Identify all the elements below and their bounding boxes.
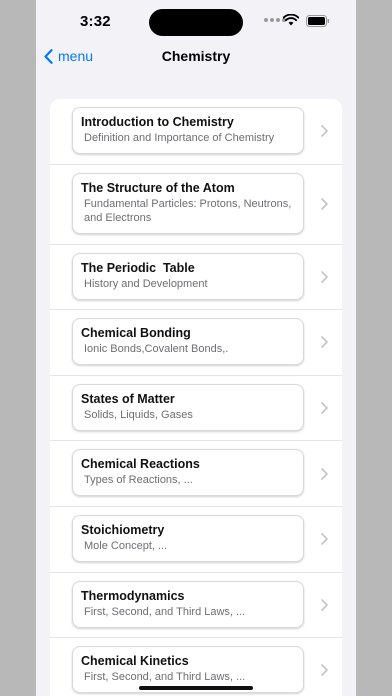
status-icons — [264, 14, 334, 28]
topic-list: Introduction to Chemistry Definition and… — [50, 99, 342, 696]
navigation-bar: menu Chemistry — [36, 44, 356, 74]
topic-row-chemical-bonding[interactable]: Chemical Bonding Ionic Bonds,Covalent Bo… — [50, 310, 342, 376]
topic-row-thermodynamics[interactable]: Thermodynamics First, Second, and Third … — [50, 573, 342, 639]
topic-title: Introduction to Chemistry — [81, 115, 234, 129]
chevron-right-icon — [321, 336, 328, 349]
topic-row-atom-structure[interactable]: The Structure of the Atom Fundamental Pa… — [50, 165, 342, 245]
topic-title: States of Matter — [81, 391, 175, 406]
chevron-right-icon — [321, 198, 328, 210]
chevron-right-icon — [321, 271, 328, 283]
topic-subtitle: First, Second, and Third Laws, ... — [84, 605, 246, 618]
topic-subtitle: Types of Reactions, ... — [84, 474, 193, 487]
topic-title: The Periodic Table — [81, 260, 195, 275]
topic-subtitle: Definition and Importance of Chemistry — [84, 132, 275, 144]
topic-title: Chemical Bonding — [81, 326, 191, 341]
topic-card: States of Matter Solids, Liquids, Gases — [72, 383, 304, 431]
topic-subtitle: Ionic Bonds,Covalent Bonds,. — [84, 343, 229, 356]
topic-row-states-of-matter[interactable]: States of Matter Solids, Liquids, Gases — [50, 376, 342, 442]
chevron-right-icon — [321, 125, 328, 138]
chevron-right-icon — [321, 402, 328, 414]
chevron-right-icon — [321, 599, 328, 611]
chevron-right-icon — [321, 467, 328, 480]
topic-row-introduction[interactable]: Introduction to Chemistry Definition and… — [50, 99, 342, 165]
topic-subtitle: First, Second, and Third Laws, ... — [84, 671, 246, 684]
topic-subtitle: Solids, Liquids, Gases — [84, 408, 193, 421]
chevron-right-icon — [321, 533, 328, 546]
chevron-right-icon — [321, 664, 328, 677]
topic-card: Introduction to Chemistry Definition and… — [72, 107, 304, 154]
topic-card: The Structure of the Atom Fundamental Pa… — [72, 172, 304, 234]
topic-title: The Structure of the Atom — [81, 180, 235, 195]
topic-card: The Periodic Table History and Developme… — [72, 252, 304, 300]
topic-title: Chemical Reactions — [81, 457, 200, 472]
status-bar: 3:32 — [36, 0, 356, 44]
topic-title: Stoichiometry — [81, 522, 165, 537]
topic-subtitle: Fundamental Particles: Protons, Neutrons… — [84, 197, 292, 224]
topic-card: Thermodynamics First, Second, and Third … — [72, 580, 304, 628]
battery-icon — [306, 15, 330, 27]
dynamic-island — [149, 9, 243, 36]
topic-subtitle: History and Development — [84, 277, 208, 290]
topic-row-chemical-reactions[interactable]: Chemical Reactions Types of Reactions, .… — [50, 441, 342, 507]
topic-card: Chemical Bonding Ionic Bonds,Covalent Bo… — [72, 318, 304, 366]
topic-title: Chemical Kinetics — [81, 654, 189, 669]
topic-title: Thermodynamics — [81, 588, 185, 603]
topic-subtitle: Mole Concept, ... — [84, 539, 168, 552]
right-margin — [356, 0, 392, 696]
left-margin — [0, 0, 36, 696]
topic-row-periodic-table[interactable]: The Periodic Table History and Developme… — [50, 245, 342, 311]
phone-screen: 3:32 menu Chemistry Introduction to Chem… — [36, 0, 356, 696]
topic-card: Stoichiometry Mole Concept, ... — [72, 514, 304, 562]
status-time: 3:32 — [80, 13, 111, 30]
topic-card: Chemical Reactions Types of Reactions, .… — [72, 449, 304, 497]
home-indicator[interactable] — [139, 686, 253, 690]
page-title: Chemistry — [161, 48, 231, 64]
wifi-icon — [283, 14, 299, 26]
topic-row-stoichiometry[interactable]: Stoichiometry Mole Concept, ... — [50, 507, 342, 573]
